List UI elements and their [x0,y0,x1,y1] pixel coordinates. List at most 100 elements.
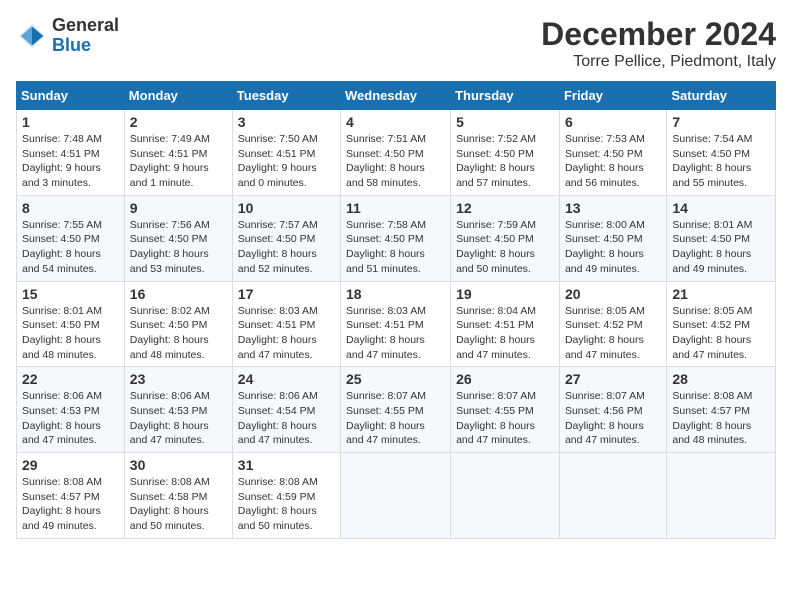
day-cell: 21 Sunrise: 8:05 AM Sunset: 4:52 PM Dayl… [667,281,776,367]
day-cell: 22 Sunrise: 8:06 AM Sunset: 4:53 PM Dayl… [17,367,125,453]
week-row-4: 22 Sunrise: 8:06 AM Sunset: 4:53 PM Dayl… [17,367,776,453]
day-cell: 20 Sunrise: 8:05 AM Sunset: 4:52 PM Dayl… [559,281,666,367]
day-cell: 10 Sunrise: 7:57 AM Sunset: 4:50 PM Dayl… [232,195,340,281]
day-cell: 3 Sunrise: 7:50 AM Sunset: 4:51 PM Dayli… [232,110,340,196]
day-info: Sunrise: 7:56 AM Sunset: 4:50 PM Dayligh… [130,218,227,277]
col-header-tuesday: Tuesday [232,82,340,110]
day-info: Sunrise: 8:08 AM Sunset: 4:58 PM Dayligh… [130,475,227,534]
day-number: 11 [346,200,445,216]
week-row-5: 29 Sunrise: 8:08 AM Sunset: 4:57 PM Dayl… [17,453,776,539]
day-info: Sunrise: 7:49 AM Sunset: 4:51 PM Dayligh… [130,132,227,191]
title-area: December 2024 Torre Pellice, Piedmont, I… [541,16,776,71]
day-cell: 9 Sunrise: 7:56 AM Sunset: 4:50 PM Dayli… [124,195,232,281]
day-cell: 16 Sunrise: 8:02 AM Sunset: 4:50 PM Dayl… [124,281,232,367]
day-cell: 2 Sunrise: 7:49 AM Sunset: 4:51 PM Dayli… [124,110,232,196]
day-info: Sunrise: 8:08 AM Sunset: 4:57 PM Dayligh… [22,475,119,534]
day-number: 16 [130,286,227,302]
logo-text: General Blue [52,16,119,56]
day-cell: 12 Sunrise: 7:59 AM Sunset: 4:50 PM Dayl… [451,195,560,281]
header-row: SundayMondayTuesdayWednesdayThursdayFrid… [17,82,776,110]
day-info: Sunrise: 8:08 AM Sunset: 4:59 PM Dayligh… [238,475,335,534]
col-header-sunday: Sunday [17,82,125,110]
day-info: Sunrise: 8:06 AM Sunset: 4:53 PM Dayligh… [22,389,119,448]
day-number: 17 [238,286,335,302]
col-header-friday: Friday [559,82,666,110]
week-row-1: 1 Sunrise: 7:48 AM Sunset: 4:51 PM Dayli… [17,110,776,196]
day-cell: 30 Sunrise: 8:08 AM Sunset: 4:58 PM Dayl… [124,453,232,539]
header: General Blue December 2024 Torre Pellice… [16,16,776,71]
day-cell: 13 Sunrise: 8:00 AM Sunset: 4:50 PM Dayl… [559,195,666,281]
day-cell: 15 Sunrise: 8:01 AM Sunset: 4:50 PM Dayl… [17,281,125,367]
day-cell [667,453,776,539]
day-cell: 6 Sunrise: 7:53 AM Sunset: 4:50 PM Dayli… [559,110,666,196]
day-info: Sunrise: 8:07 AM Sunset: 4:56 PM Dayligh… [565,389,661,448]
day-info: Sunrise: 8:08 AM Sunset: 4:57 PM Dayligh… [672,389,770,448]
day-cell [559,453,666,539]
col-header-saturday: Saturday [667,82,776,110]
day-cell: 18 Sunrise: 8:03 AM Sunset: 4:51 PM Dayl… [341,281,451,367]
day-cell: 29 Sunrise: 8:08 AM Sunset: 4:57 PM Dayl… [17,453,125,539]
day-info: Sunrise: 8:06 AM Sunset: 4:53 PM Dayligh… [130,389,227,448]
day-info: Sunrise: 7:59 AM Sunset: 4:50 PM Dayligh… [456,218,554,277]
day-cell: 31 Sunrise: 8:08 AM Sunset: 4:59 PM Dayl… [232,453,340,539]
day-number: 8 [22,200,119,216]
day-info: Sunrise: 7:54 AM Sunset: 4:50 PM Dayligh… [672,132,770,191]
day-number: 14 [672,200,770,216]
day-number: 21 [672,286,770,302]
day-cell: 27 Sunrise: 8:07 AM Sunset: 4:56 PM Dayl… [559,367,666,453]
day-number: 26 [456,371,554,387]
week-row-2: 8 Sunrise: 7:55 AM Sunset: 4:50 PM Dayli… [17,195,776,281]
location-title: Torre Pellice, Piedmont, Italy [541,53,776,71]
day-info: Sunrise: 8:03 AM Sunset: 4:51 PM Dayligh… [346,304,445,363]
day-number: 25 [346,371,445,387]
day-cell: 23 Sunrise: 8:06 AM Sunset: 4:53 PM Dayl… [124,367,232,453]
day-info: Sunrise: 8:05 AM Sunset: 4:52 PM Dayligh… [565,304,661,363]
day-number: 19 [456,286,554,302]
day-info: Sunrise: 7:53 AM Sunset: 4:50 PM Dayligh… [565,132,661,191]
col-header-thursday: Thursday [451,82,560,110]
day-info: Sunrise: 7:51 AM Sunset: 4:50 PM Dayligh… [346,132,445,191]
day-number: 31 [238,457,335,473]
week-row-3: 15 Sunrise: 8:01 AM Sunset: 4:50 PM Dayl… [17,281,776,367]
day-cell: 26 Sunrise: 8:07 AM Sunset: 4:55 PM Dayl… [451,367,560,453]
day-number: 10 [238,200,335,216]
day-cell: 28 Sunrise: 8:08 AM Sunset: 4:57 PM Dayl… [667,367,776,453]
day-info: Sunrise: 8:02 AM Sunset: 4:50 PM Dayligh… [130,304,227,363]
day-number: 30 [130,457,227,473]
day-info: Sunrise: 8:03 AM Sunset: 4:51 PM Dayligh… [238,304,335,363]
day-number: 12 [456,200,554,216]
day-number: 18 [346,286,445,302]
day-cell: 14 Sunrise: 8:01 AM Sunset: 4:50 PM Dayl… [667,195,776,281]
day-cell: 17 Sunrise: 8:03 AM Sunset: 4:51 PM Dayl… [232,281,340,367]
day-cell: 25 Sunrise: 8:07 AM Sunset: 4:55 PM Dayl… [341,367,451,453]
day-number: 4 [346,114,445,130]
day-cell: 7 Sunrise: 7:54 AM Sunset: 4:50 PM Dayli… [667,110,776,196]
day-number: 7 [672,114,770,130]
logo-icon [16,20,48,52]
day-number: 22 [22,371,119,387]
day-info: Sunrise: 8:01 AM Sunset: 4:50 PM Dayligh… [22,304,119,363]
day-info: Sunrise: 7:57 AM Sunset: 4:50 PM Dayligh… [238,218,335,277]
day-cell: 8 Sunrise: 7:55 AM Sunset: 4:50 PM Dayli… [17,195,125,281]
day-info: Sunrise: 8:06 AM Sunset: 4:54 PM Dayligh… [238,389,335,448]
logo-blue-text: Blue [52,36,119,56]
day-cell: 5 Sunrise: 7:52 AM Sunset: 4:50 PM Dayli… [451,110,560,196]
col-header-wednesday: Wednesday [341,82,451,110]
day-number: 3 [238,114,335,130]
day-info: Sunrise: 7:52 AM Sunset: 4:50 PM Dayligh… [456,132,554,191]
day-cell: 24 Sunrise: 8:06 AM Sunset: 4:54 PM Dayl… [232,367,340,453]
day-number: 24 [238,371,335,387]
day-info: Sunrise: 8:05 AM Sunset: 4:52 PM Dayligh… [672,304,770,363]
day-info: Sunrise: 7:50 AM Sunset: 4:51 PM Dayligh… [238,132,335,191]
day-info: Sunrise: 8:07 AM Sunset: 4:55 PM Dayligh… [346,389,445,448]
day-info: Sunrise: 8:07 AM Sunset: 4:55 PM Dayligh… [456,389,554,448]
day-number: 20 [565,286,661,302]
day-number: 2 [130,114,227,130]
day-cell: 4 Sunrise: 7:51 AM Sunset: 4:50 PM Dayli… [341,110,451,196]
day-cell: 1 Sunrise: 7:48 AM Sunset: 4:51 PM Dayli… [17,110,125,196]
day-number: 5 [456,114,554,130]
day-cell [451,453,560,539]
day-number: 28 [672,371,770,387]
day-number: 1 [22,114,119,130]
logo-general-text: General [52,16,119,36]
